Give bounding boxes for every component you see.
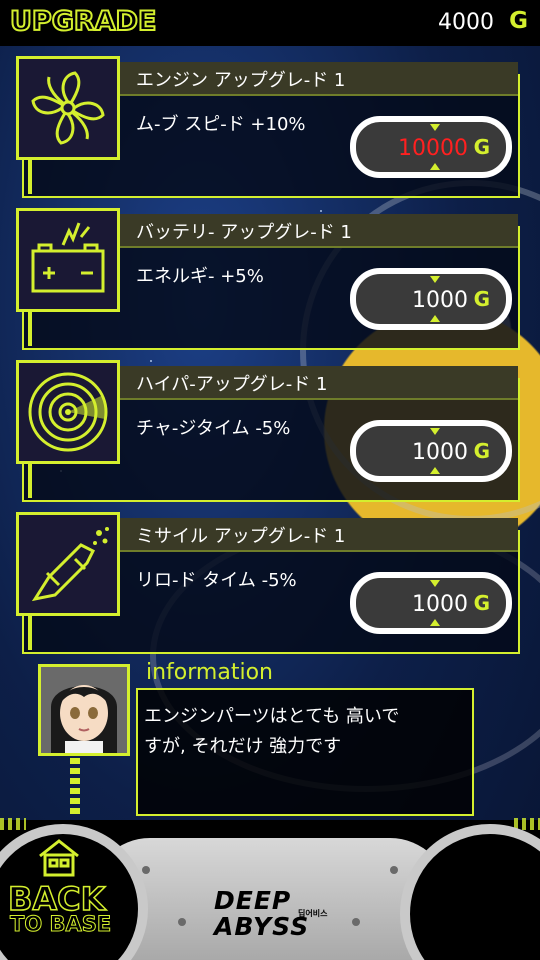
screw-icon — [142, 866, 150, 874]
price-unit: G — [473, 135, 490, 159]
price-value: 1000 — [412, 592, 468, 617]
upgrade-title: エンジン アップグレ-ド 1 — [136, 70, 346, 91]
card-accent-line — [28, 156, 32, 194]
upgrade-card-battery: バッテリ- アップグレ-ド 1 エネルギ- +5% 1000 G — [16, 208, 520, 352]
deep-abyss-logo: DEEP ABYSS 딥어비스 — [206, 886, 336, 946]
upgrade-card-missile: ミサイル アップグレ-ド 1 リロ-ド タイム -5% 1000 G — [16, 512, 520, 656]
upgrade-title: バッテリ- アップグレ-ド 1 — [136, 222, 352, 243]
arrow-up-icon — [430, 315, 440, 322]
logo-text: ABYSS — [214, 912, 310, 941]
screw-icon — [352, 918, 360, 926]
price-value: 1000 — [412, 440, 468, 465]
upgrade-description: リロ-ド タイム -5% — [136, 570, 297, 591]
arrow-down-icon — [430, 428, 440, 435]
card-accent-line — [28, 308, 32, 346]
screw-icon — [390, 866, 398, 874]
radar-icon — [16, 360, 120, 464]
price-unit: G — [473, 439, 490, 463]
upgrade-card-hyper: ハイパ-アップグレ-ド 1 チャ-ジタイム -5% 1000 G — [16, 360, 520, 504]
upgrade-description: エネルギ- +5% — [136, 266, 264, 287]
card-accent-line — [28, 460, 32, 498]
arrow-up-icon — [430, 163, 440, 170]
price-unit: G — [473, 287, 490, 311]
information-label: information — [146, 660, 273, 685]
battery-icon — [16, 208, 120, 312]
screw-icon — [178, 918, 186, 926]
upgrade-title: ハイパ-アップグレ-ド 1 — [136, 374, 328, 395]
upgrade-card-engine: エンジン アップグレ-ド 1 ム-ブ スピ-ド +10% 10000 G — [16, 56, 520, 200]
back-label: BACK — [7, 880, 106, 918]
corner-decoration — [0, 818, 26, 830]
buy-battery-button[interactable]: 1000 G — [350, 268, 512, 330]
upgrade-description: チャ-ジタイム -5% — [136, 418, 291, 439]
missile-icon — [16, 512, 120, 616]
buy-engine-button[interactable]: 10000 G — [350, 116, 512, 178]
buy-missile-button[interactable]: 1000 G — [350, 572, 512, 634]
gold-amount: 4000 — [438, 10, 494, 35]
price-unit: G — [473, 591, 490, 615]
upgrade-description: ム-ブ スピ-ド +10% — [136, 114, 306, 135]
gold-unit: G — [509, 8, 528, 34]
page-title: UPGRADE — [9, 5, 157, 38]
information-connector — [70, 758, 80, 818]
upgrade-title: ミサイル アップグレ-ド 1 — [136, 526, 346, 547]
price-value: 1000 — [412, 288, 468, 313]
information-line: エンジンパーツはとても 高いで — [144, 706, 400, 727]
game-screen: UPGRADE 4000 G エンジン アップグレ-ド 1 ム-ブ スピ-ド + — [0, 0, 540, 960]
price-value: 10000 — [398, 136, 468, 161]
home-icon — [39, 839, 79, 877]
information-line: すが, それだけ 強力です — [144, 736, 342, 757]
arrow-up-icon — [430, 619, 440, 626]
top-bar: UPGRADE 4000 G — [0, 0, 540, 46]
card-accent-line — [28, 612, 32, 650]
character-avatar — [38, 664, 130, 756]
arrow-up-icon — [430, 467, 440, 474]
back-sublabel: TO BASE — [9, 912, 112, 937]
arrow-down-icon — [430, 276, 440, 283]
information-message: エンジンパーツはとても 高いで すが, それだけ 強力です — [144, 702, 464, 762]
logo-small-text: 딥어비스 — [298, 909, 328, 918]
fan-blade-icon — [16, 56, 120, 160]
buy-hyper-button[interactable]: 1000 G — [350, 420, 512, 482]
arrow-down-icon — [430, 124, 440, 131]
logo-text: DEEP — [214, 886, 292, 915]
arrow-down-icon — [430, 580, 440, 587]
